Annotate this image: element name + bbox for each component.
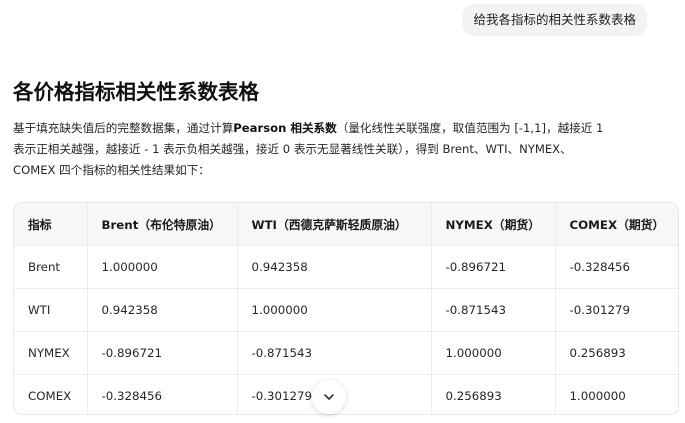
table-cell: 0.256893 [430,374,555,414]
table-cell: -0.301279 [554,288,678,332]
table-cell: 1.000000 [554,374,678,414]
table-cell: COMEX [28,389,72,403]
response-title: 各价格指标相关性系数表格 [13,80,259,104]
table-header-cell: 指标 [14,203,87,246]
table-cell: 0.942358 [86,288,237,332]
intro-line-1: 基于填充缺失值后的完整数据集，通过计算Pearson 相关系数（量化线性关联强度… [13,118,668,139]
table-cell: 1.000000 [86,245,237,289]
intro-line-1-end: （量化线性关联强度，取值范围为 [-1,1]，越接近 1 [336,121,604,135]
table-cell: -0.328456 [86,374,237,414]
response-intro: 基于填充缺失值后的完整数据集，通过计算Pearson 相关系数（量化线性关联强度… [13,118,668,181]
intro-line-2: 表示正相关越强，越接近 - 1 表示负相关越强，接近 0 表示无显著线性关联），… [13,142,572,156]
intro-line-1-start: 基于填充缺失值后的完整数据集，通过计算 [13,121,234,135]
table-cell: 0.942358 [236,245,431,289]
table-row: Brent 1.000000 0.942358 -0.896721 -0.328… [14,245,678,289]
table-cell: 1.000000 [236,288,431,332]
table-header-row: 指标 Brent（布伦特原油） WTI（西德克萨斯轻质原油） NYMEX（期货）… [14,203,678,246]
table-header-cell: Brent（布伦特原油） [86,203,237,246]
table-cell: NYMEX [14,331,87,375]
table-cell: -0.896721 [86,331,237,375]
intro-line-1-bold: Pearson 相关系数 [233,121,337,135]
table-cell: WTI [14,288,87,332]
table-header-cell: COMEX（期货） [554,203,678,246]
table-header-cell: NYMEX（期货） [430,203,555,246]
table-header-cell: WTI（西德克萨斯轻质原油） [236,203,431,246]
scroll-to-bottom-button[interactable] [312,380,346,414]
table-cell: 1.000000 [430,331,555,375]
chevron-down-icon [324,394,334,400]
table-row: WTI 0.942358 1.000000 -0.871543 -0.30127… [14,288,678,332]
correlation-table-card: 指标 Brent（布伦特原油） WTI（西德克萨斯轻质原油） NYMEX（期货）… [13,202,679,415]
table-row: NYMEX -0.896721 -0.871543 1.000000 0.256… [14,331,678,375]
table-cell: -0.871543 [430,288,555,332]
table-cell: Brent [14,245,87,289]
table-cell: -0.328456 [554,245,678,289]
correlation-table: 指标 Brent（布伦特原油） WTI（西德克萨斯轻质原油） NYMEX（期货）… [14,203,678,414]
table-cell: -0.871543 [236,331,431,375]
user-message-bubble: 给我各指标的相关性系数表格 [462,4,647,36]
chat-page: 给我各指标的相关性系数表格 各价格指标相关性系数表格 基于填充缺失值后的完整数据… [0,0,685,423]
intro-line-3: COMEX 四个指标的相关性结果如下： [13,163,210,177]
table-cell: 0.256893 [554,331,678,375]
table-row: COMEX -0.328456 -0.301279 0.256893 1.000… [14,374,678,414]
table-cell: -0.896721 [430,245,555,289]
